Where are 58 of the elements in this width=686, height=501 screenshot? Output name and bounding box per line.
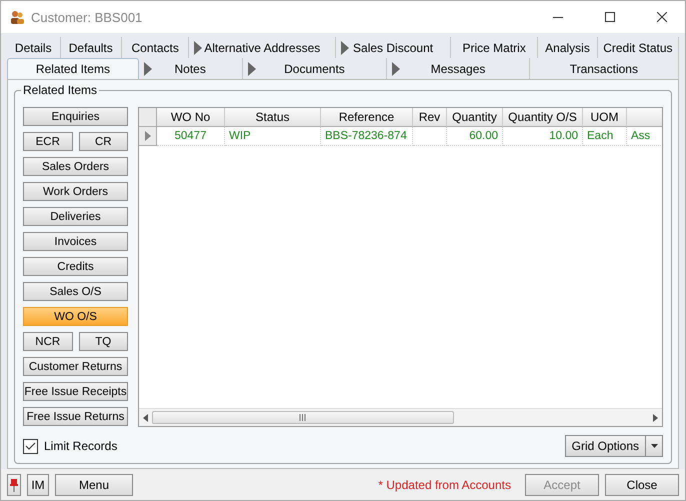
tab[interactable]: Analysis (538, 37, 598, 58)
triangle-icon (144, 131, 150, 141)
menu-button[interactable]: Menu (55, 474, 133, 496)
column-header[interactable]: Quantity (447, 108, 503, 127)
minimize-icon[interactable] (553, 16, 563, 18)
table-cell: 50477 (157, 127, 225, 146)
column-header[interactable]: Rev (413, 108, 447, 127)
column-header[interactable]: Reference (321, 108, 413, 127)
table-cell: BBS-78236-874 (321, 127, 413, 146)
table-cell: 10.00 (503, 127, 583, 146)
side-button[interactable]: CR (78, 132, 128, 151)
side-button[interactable]: Invoices (23, 232, 128, 251)
table-cell (413, 127, 447, 146)
scroll-right-icon[interactable] (653, 414, 658, 422)
side-button[interactable]: Free Issue Receipts (23, 382, 128, 401)
pin-icon (10, 478, 18, 492)
side-button[interactable]: ECR (23, 132, 72, 151)
tab[interactable]: Price Matrix (451, 37, 538, 58)
side-button[interactable]: NCR (23, 332, 72, 351)
side-button[interactable]: Enquiries (23, 107, 128, 126)
table-cell: Ass (627, 127, 662, 146)
side-button[interactable]: Sales O/S (23, 282, 128, 301)
side-button[interactable]: Customer Returns (23, 357, 128, 376)
side-button[interactable]: Deliveries (23, 207, 128, 226)
people-icon (9, 9, 25, 25)
table-cell: Each (583, 127, 627, 146)
close-button[interactable]: Close (605, 474, 679, 496)
tab[interactable]: Alternative Addresses (189, 37, 336, 58)
column-header[interactable]: WO No (157, 108, 225, 127)
maximize-icon[interactable] (605, 12, 615, 22)
row-selector[interactable] (139, 127, 157, 146)
caret-icon (650, 444, 658, 448)
side-button[interactable]: TQ (78, 332, 128, 351)
table-cell: 60.00 (447, 127, 503, 146)
tab[interactable]: Sales Discount (336, 37, 452, 58)
side-button[interactable]: Free Issue Returns (23, 407, 128, 426)
side-button[interactable]: Work Orders (23, 182, 128, 201)
window-title: Customer: BBS001 (31, 10, 144, 24)
side-button[interactable]: WO O/S (23, 307, 128, 326)
column-header[interactable]: Quantity O/S (503, 108, 583, 127)
grip-icon (299, 414, 307, 421)
table-cell: WIP (225, 127, 321, 146)
corner-header (139, 108, 157, 127)
tab[interactable]: Related Items (7, 58, 139, 79)
horizontal-scrollbar[interactable] (139, 408, 662, 426)
im-button[interactable]: IM (27, 474, 49, 496)
group-title: Related Items (21, 83, 100, 97)
column-header[interactable]: Status (225, 108, 321, 127)
side-button[interactable]: Credits (23, 257, 128, 276)
column-header[interactable]: UOM (583, 108, 627, 127)
checkbox[interactable] (23, 438, 38, 454)
side-button[interactable]: Sales Orders (23, 157, 128, 176)
tab[interactable]: Credit Status (598, 37, 680, 58)
close-icon[interactable] (657, 12, 667, 22)
status-note: * Updated from Accounts (378, 478, 511, 492)
pin-button[interactable] (7, 474, 21, 496)
checkbox-label: Limit Records (44, 439, 118, 453)
scroll-left-icon[interactable] (143, 414, 148, 422)
